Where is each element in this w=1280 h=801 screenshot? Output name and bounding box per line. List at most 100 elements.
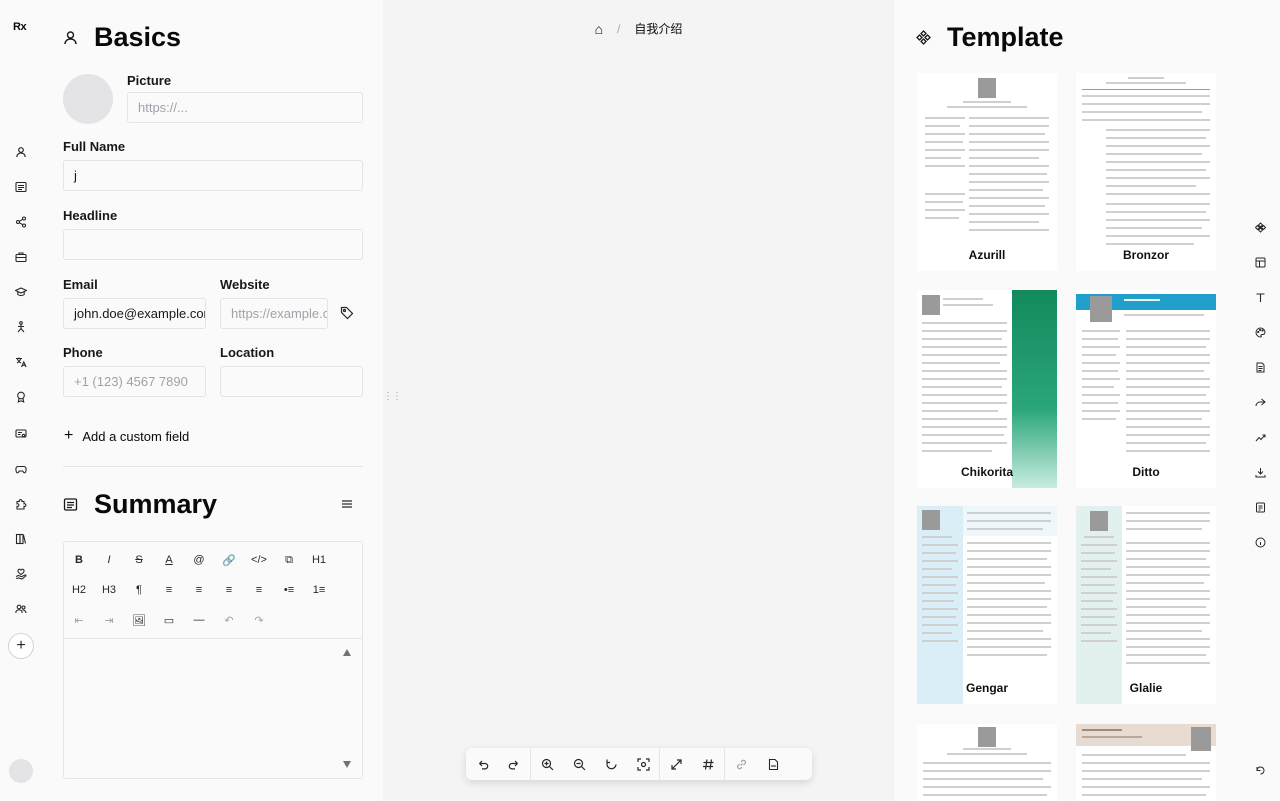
add-section-button[interactable]: + [8, 633, 34, 659]
template-card-ditto[interactable]: Ditto [1076, 290, 1216, 488]
align-left-button[interactable]: ≡ [154, 575, 184, 605]
user-avatar[interactable] [9, 759, 33, 783]
add-custom-field-button[interactable]: + Add a custom field [64, 427, 189, 445]
template-name-bronzor: Bronzor [1123, 248, 1169, 262]
resume-preview-canvas[interactable]: ⌂ / 自我介绍 ⋮⋮ ⋮⋮ [383, 0, 912, 801]
insert-table-button[interactable]: ▭ [154, 605, 184, 635]
template-card-gengar[interactable]: Gengar [917, 506, 1057, 704]
align-right-button[interactable]: ≡ [214, 575, 244, 605]
align-center-button[interactable]: ≡ [184, 575, 214, 605]
app-root: Rx + Basics Picture https://... Full Nam… [0, 0, 1280, 801]
picture-url-input[interactable]: https://... [127, 92, 363, 123]
text-color-button[interactable]: A [154, 545, 184, 575]
mention-button[interactable]: @ [184, 545, 214, 575]
resume-title: 自我介绍 [634, 22, 683, 36]
layout-icon[interactable] [1253, 255, 1267, 269]
users-icon[interactable] [13, 601, 29, 617]
website-input[interactable]: https://example.com [220, 298, 328, 329]
template-card-7[interactable] [917, 724, 1057, 801]
puzzle-icon[interactable] [13, 496, 29, 512]
gamepad-icon[interactable] [13, 461, 29, 477]
phone-input[interactable]: +1 (123) 4567 7890 [63, 366, 206, 397]
horizontal-rule-button[interactable]: — [184, 605, 214, 635]
scroll-up-arrow-icon[interactable] [343, 649, 351, 656]
basics-header: Basics [63, 22, 181, 53]
strikethrough-button[interactable]: S [124, 545, 154, 575]
share-icon[interactable] [1253, 395, 1267, 409]
home-icon[interactable]: ⌂ [595, 21, 603, 37]
reset-zoom-icon[interactable] [595, 748, 627, 780]
graduation-cap-icon[interactable] [13, 284, 29, 300]
picture-preview[interactable] [63, 74, 113, 124]
email-input[interactable]: john.doe@example.com [63, 298, 206, 329]
template-card-glalie[interactable]: Glalie [1076, 506, 1216, 704]
reset-icon[interactable] [1253, 763, 1267, 777]
app-logo[interactable]: Rx [13, 21, 27, 33]
indent-button[interactable]: ⇥ [94, 605, 124, 635]
template-card-bronzor[interactable]: Bronzor [1076, 73, 1216, 271]
export-icon[interactable] [1253, 465, 1267, 479]
left-panel-resize-handle[interactable]: ⋮⋮ [383, 392, 402, 402]
summary-editor-content[interactable] [64, 638, 362, 778]
code-block-button[interactable]: ⧉ [274, 545, 304, 575]
template-name-glalie: Glalie [1129, 681, 1163, 695]
download-pdf-icon[interactable] [757, 748, 789, 780]
template-title: Template [947, 22, 1064, 52]
languages-icon[interactable] [13, 354, 29, 370]
bold-button[interactable]: B [64, 545, 94, 575]
email-label: Email [63, 277, 98, 292]
skills-icon[interactable] [13, 319, 29, 335]
theme-icon[interactable] [1253, 325, 1267, 339]
redo-icon[interactable] [498, 748, 530, 780]
insert-image-button[interactable]: 🖼 [124, 605, 154, 635]
template-icon[interactable] [1253, 220, 1267, 234]
user-icon[interactable] [13, 144, 29, 160]
heading-2-button[interactable]: H2 [64, 575, 94, 605]
heading-3-button[interactable]: H3 [94, 575, 124, 605]
profiles-icon[interactable] [13, 214, 29, 230]
briefcase-icon[interactable] [13, 249, 29, 265]
fullscreen-icon[interactable] [660, 748, 692, 780]
template-card-8[interactable] [1076, 724, 1216, 801]
phone-label: Phone [63, 345, 103, 360]
code-button[interactable]: </> [244, 545, 274, 575]
section-menu-icon[interactable] [341, 498, 353, 510]
tag-icon[interactable] [340, 306, 354, 320]
template-header: Template [916, 22, 1064, 53]
statistics-icon[interactable] [1253, 430, 1267, 444]
page-icon[interactable] [1253, 360, 1267, 374]
typography-icon[interactable] [1253, 290, 1267, 304]
information-icon[interactable] [1253, 535, 1267, 549]
headline-input[interactable] [63, 229, 363, 260]
summary-header: Summary [63, 489, 217, 520]
center-view-icon[interactable] [627, 748, 659, 780]
paragraph-button[interactable]: ¶ [124, 575, 154, 605]
undo-edit-button[interactable]: ↶ [214, 605, 244, 635]
link-icon[interactable] [725, 748, 757, 780]
summary-icon[interactable] [13, 179, 29, 195]
redo-edit-button[interactable]: ↷ [244, 605, 274, 635]
italic-button[interactable]: I [94, 545, 124, 575]
scroll-down-arrow-icon[interactable] [343, 761, 351, 768]
undo-icon[interactable] [466, 748, 498, 780]
template-card-azurill[interactable]: Azurill [917, 73, 1057, 271]
page-break-grid-icon[interactable] [692, 748, 724, 780]
website-label: Website [220, 277, 270, 292]
outdent-button[interactable]: ⇤ [64, 605, 94, 635]
link-button[interactable]: 🔗 [214, 545, 244, 575]
zoom-in-icon[interactable] [531, 748, 563, 780]
award-icon[interactable] [13, 389, 29, 405]
align-justify-button[interactable]: ≡ [244, 575, 274, 605]
location-input[interactable] [220, 366, 363, 397]
bullet-list-button[interactable]: •≡ [274, 575, 304, 605]
volunteer-icon[interactable] [13, 566, 29, 582]
full-name-input[interactable]: j [63, 160, 363, 191]
publications-icon[interactable] [13, 531, 29, 547]
certificate-icon[interactable] [13, 426, 29, 442]
basics-user-icon [64, 31, 77, 45]
zoom-out-icon[interactable] [563, 748, 595, 780]
notes-icon[interactable] [1253, 500, 1267, 514]
template-card-chikorita[interactable]: Chikorita [917, 290, 1057, 488]
ordered-list-button[interactable]: 1≡ [304, 575, 334, 605]
heading-1-button[interactable]: H1 [304, 545, 334, 575]
